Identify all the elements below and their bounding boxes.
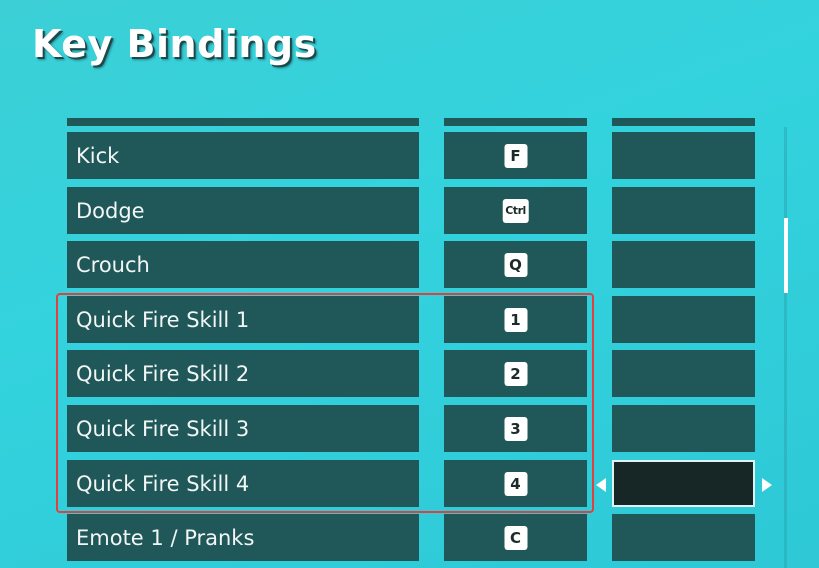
secondary-key-slot[interactable] xyxy=(612,296,755,343)
action-cell[interactable]: Kick xyxy=(67,132,419,179)
primary-key-slot[interactable]: 1 xyxy=(444,296,587,343)
keycap-icon: F xyxy=(504,143,527,168)
primary-key-slot[interactable]: 2 xyxy=(444,350,587,397)
action-cell[interactable]: Quick Fire Skill 2 xyxy=(67,350,419,397)
secondary-key-slot[interactable] xyxy=(612,187,755,234)
column-header-action xyxy=(67,118,419,126)
arrow-right-icon[interactable] xyxy=(762,478,772,492)
action-cell[interactable]: Emote 1 / Pranks xyxy=(67,514,419,561)
arrow-left-icon[interactable] xyxy=(596,478,606,492)
action-label: Dodge xyxy=(76,198,145,223)
secondary-key-slot[interactable] xyxy=(612,132,755,179)
primary-key-slot[interactable]: Q xyxy=(444,241,587,288)
primary-key-slot[interactable]: Ctrl xyxy=(444,187,587,234)
secondary-key-slot[interactable] xyxy=(612,405,755,452)
action-label: Crouch xyxy=(76,252,150,277)
action-label: Quick Fire Skill 3 xyxy=(76,416,250,441)
primary-key-slot[interactable]: 3 xyxy=(444,405,587,452)
action-label: Kick xyxy=(76,143,120,168)
action-label: Quick Fire Skill 4 xyxy=(76,471,250,496)
keycap-icon: 4 xyxy=(504,471,527,496)
keycap-icon: C xyxy=(504,525,527,550)
scrollbar-thumb[interactable] xyxy=(784,218,788,293)
action-cell[interactable]: Dodge xyxy=(67,187,419,234)
secondary-key-slot[interactable] xyxy=(612,514,755,561)
keycap-icon: 2 xyxy=(504,361,527,386)
action-cell[interactable]: Crouch xyxy=(67,241,419,288)
action-cell[interactable]: Quick Fire Skill 3 xyxy=(67,405,419,452)
column-header-secondary xyxy=(612,118,755,126)
action-label: Emote 1 / Pranks xyxy=(76,525,255,550)
scrollbar-track[interactable] xyxy=(784,127,787,568)
primary-key-slot[interactable]: F xyxy=(444,132,587,179)
keycap-icon: 1 xyxy=(504,307,527,332)
action-cell[interactable]: Quick Fire Skill 1 xyxy=(67,296,419,343)
column-header-primary xyxy=(444,118,587,126)
keycap-icon: 3 xyxy=(504,416,527,441)
action-label: Quick Fire Skill 2 xyxy=(76,361,250,386)
keycap-icon: Q xyxy=(504,252,527,277)
secondary-key-slot[interactable] xyxy=(612,241,755,288)
keycap-icon: Ctrl xyxy=(502,198,529,223)
page-title: Key Bindings xyxy=(32,22,317,66)
primary-key-slot[interactable]: C xyxy=(444,514,587,561)
secondary-key-slot-selected[interactable] xyxy=(612,460,755,507)
action-label: Quick Fire Skill 1 xyxy=(76,307,250,332)
primary-key-slot[interactable]: 4 xyxy=(444,460,587,507)
action-cell[interactable]: Quick Fire Skill 4 xyxy=(67,460,419,507)
secondary-key-slot[interactable] xyxy=(612,350,755,397)
